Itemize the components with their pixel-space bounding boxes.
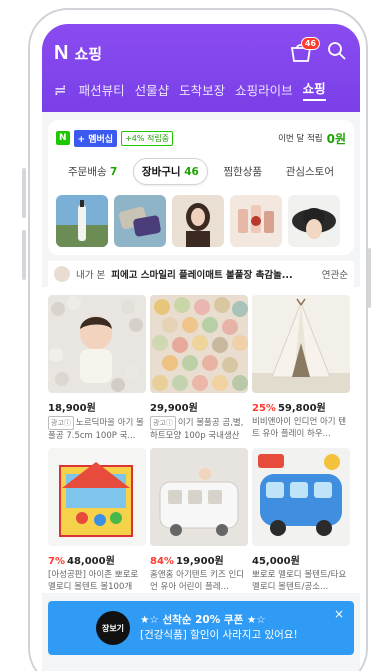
product-image <box>252 295 350 393</box>
product-price-value: 19,900원 <box>175 556 224 567</box>
product-price-value: 45,000원 <box>252 556 300 567</box>
product-price: 84% 19,900원 <box>150 552 248 567</box>
tab-shopping-live[interactable]: 쇼핑라이브 <box>235 80 293 99</box>
tab-gift-shop[interactable]: 선물샵 <box>135 80 170 99</box>
cart-thumb-portrait[interactable] <box>172 195 224 247</box>
related-label: 내가 본 <box>76 270 106 281</box>
plus-membership-badge: + 멤버십 <box>73 129 118 147</box>
product-price-value: 29,900원 <box>150 403 198 414</box>
product-card[interactable]: 7% 48,000원 [아성공판] 아이존 뽀로로 멜로디 볼텐트 볼100개 <box>48 448 146 593</box>
product-card[interactable]: 25% 59,800원 비비앤아이 인디언 아기 텐트 유아 플레이 하우... <box>252 295 350 440</box>
product-title: 광고ⓘ 노르딕마을 아기 볼풀공 7.5cm 100P 국... <box>48 416 146 440</box>
cart-thumb-hat[interactable] <box>288 195 340 247</box>
cart-thumbnails <box>56 195 346 247</box>
product-price: 18,900원 <box>48 399 146 414</box>
cart-thumb-cases[interactable] <box>114 195 166 247</box>
tab-fashion-beauty[interactable]: 패션뷰티 <box>79 80 125 99</box>
volume-up-button <box>22 168 26 218</box>
shopping-header: N 쇼핑 46 ≓ 패션뷰티 선물샵 도착보장 쇼핑라이브 쇼핑 <box>42 24 360 112</box>
product-card[interactable]: 29,900원 광고ⓘ 이기 볼풀공 곰,별,하트모양 100p 국내생산 <box>150 295 248 440</box>
product-image <box>150 295 248 393</box>
coupon-logo: 장보기 <box>96 611 130 645</box>
product-price-value: 48,000원 <box>66 556 115 567</box>
related-products-bar[interactable]: 내가 본 피에고 스마일리 플레이매트 볼풀장 촉감놀... 연관순 <box>48 261 354 287</box>
product-title: 홈앤홈 아기텐트 키즈 인디언 유아 어린이 플레... <box>150 570 245 592</box>
segment-cart-count: 46 <box>184 166 199 178</box>
product-price-value: 18,900원 <box>48 403 96 414</box>
coupon-subtitle: [건강식품] 할인이 사라지고 있어요! <box>140 629 298 641</box>
monthly-points-label: 이번 달 적립 <box>278 134 323 144</box>
cart-thumb-bottle[interactable] <box>56 195 108 247</box>
coupon-banner[interactable]: 장보기 ★☆ 선착순 20% 쿠폰 ★☆ [건강식품] 할인이 사라지고 있어요… <box>48 601 354 655</box>
product-price: 45,000원 <box>252 552 350 567</box>
product-grid: 18,900원 광고ⓘ노르딕마을 아기 볼풀공 7.5cm 100P 국... <box>42 287 360 593</box>
page-title: 쇼핑 <box>74 44 103 63</box>
product-price: 25% 59,800원 <box>252 399 350 414</box>
cart-thumb-products[interactable] <box>230 195 282 247</box>
related-sort-button[interactable]: 연관순 <box>322 267 348 281</box>
close-icon[interactable]: × <box>334 607 344 621</box>
product-title: 광고ⓘ 이기 볼풀공 곰,별,하트모양 100p 국내생산 <box>150 416 248 440</box>
tab-delivery-guarantee[interactable]: 도착보장 <box>179 80 225 99</box>
product-title: 뽀로로 멜로디 볼텐트/타요 멜로디 볼텐트/공소... <box>252 570 347 592</box>
product-title: 비비앤아이 인디언 아기 텐트 유아 플레이 하우... <box>252 417 347 439</box>
brand[interactable]: N 쇼핑 <box>54 42 102 65</box>
related-title: 피에고 스마일리 플레이매트 볼풀장 촉감놀... <box>111 270 293 281</box>
product-card[interactable]: 45,000원 뽀로로 멜로디 볼텐트/타요 멜로디 볼텐트/공소... <box>252 448 350 593</box>
product-image <box>252 448 350 546</box>
cart-icon[interactable]: 46 <box>290 37 320 63</box>
phone-frame: N 쇼핑 46 ≓ 패션뷰티 선물샵 도착보장 쇼핑라이브 쇼핑 N + 멤버십… <box>28 8 368 671</box>
segment-orders-count: 7 <box>109 166 118 178</box>
product-card[interactable]: 84% 19,900원 홈앤홈 아기텐트 키즈 인디언 유아 어린이 플레... <box>150 448 248 593</box>
product-price: 7% 48,000원 <box>48 552 146 567</box>
search-icon[interactable] <box>326 41 348 65</box>
product-price: 29,900원 <box>150 399 248 414</box>
ad-tag[interactable]: 광고ⓘ <box>48 416 74 430</box>
my-shopping-segments: 주문배송 7 장바구니 46 찜한상품 관심스토어 <box>56 158 346 185</box>
segment-orders-label: 주문배송 <box>68 166 107 178</box>
cart-count-badge: 46 <box>300 37 320 50</box>
segment-orders[interactable]: 주문배송 7 <box>60 158 125 185</box>
product-image <box>48 295 146 393</box>
ad-tag[interactable]: 광고ⓘ <box>150 416 176 430</box>
naver-badge: N <box>56 131 70 145</box>
related-product-thumb <box>54 266 70 282</box>
product-image <box>48 448 146 546</box>
coupon-title: ★☆ 선착순 20% 쿠폰 ★☆ <box>140 614 266 626</box>
product-price-value: 59,800원 <box>277 403 326 414</box>
power-button <box>368 248 371 308</box>
monthly-points[interactable]: 이번 달 적립 0원 <box>278 130 346 147</box>
volume-down-button <box>22 230 26 280</box>
product-discount: 84% <box>150 556 174 567</box>
points-rate-badge: +4% 적립중 <box>121 130 174 146</box>
product-card[interactable]: 18,900원 광고ⓘ 노르딕마을 아기 볼풀공 7.5cm 100P 국... <box>48 295 146 440</box>
segment-wishlist[interactable]: 찜한상품 <box>215 158 270 185</box>
membership-badges[interactable]: N + 멤버십 +4% 적립중 <box>56 129 174 147</box>
product-image <box>150 448 248 546</box>
tab-shopping[interactable]: 쇼핑 <box>302 78 326 101</box>
product-title: [아성공판] 아이존 뽀로로 멜로디 볼텐트 볼100개 <box>48 570 139 592</box>
segment-cart[interactable]: 장바구니 46 <box>132 158 208 185</box>
my-shopping-card: N + 멤버십 +4% 적립중 이번 달 적립 0원 주문배송 7 장바구니 4… <box>48 120 354 255</box>
monthly-points-value: 0원 <box>326 131 346 146</box>
product-discount: 7% <box>48 556 65 567</box>
menu-icon[interactable]: ≓ <box>54 81 67 99</box>
app-screen: N 쇼핑 46 ≓ 패션뷰티 선물샵 도착보장 쇼핑라이브 쇼핑 N + 멤버십… <box>42 24 360 671</box>
segment-cart-label: 장바구니 <box>141 166 181 178</box>
category-tabs: ≓ 패션뷰티 선물샵 도착보장 쇼핑라이브 쇼핑 <box>54 78 348 101</box>
naver-logo: N <box>54 41 69 64</box>
segment-favorite-stores[interactable]: 관심스토어 <box>278 158 342 185</box>
product-discount: 25% <box>252 403 276 414</box>
